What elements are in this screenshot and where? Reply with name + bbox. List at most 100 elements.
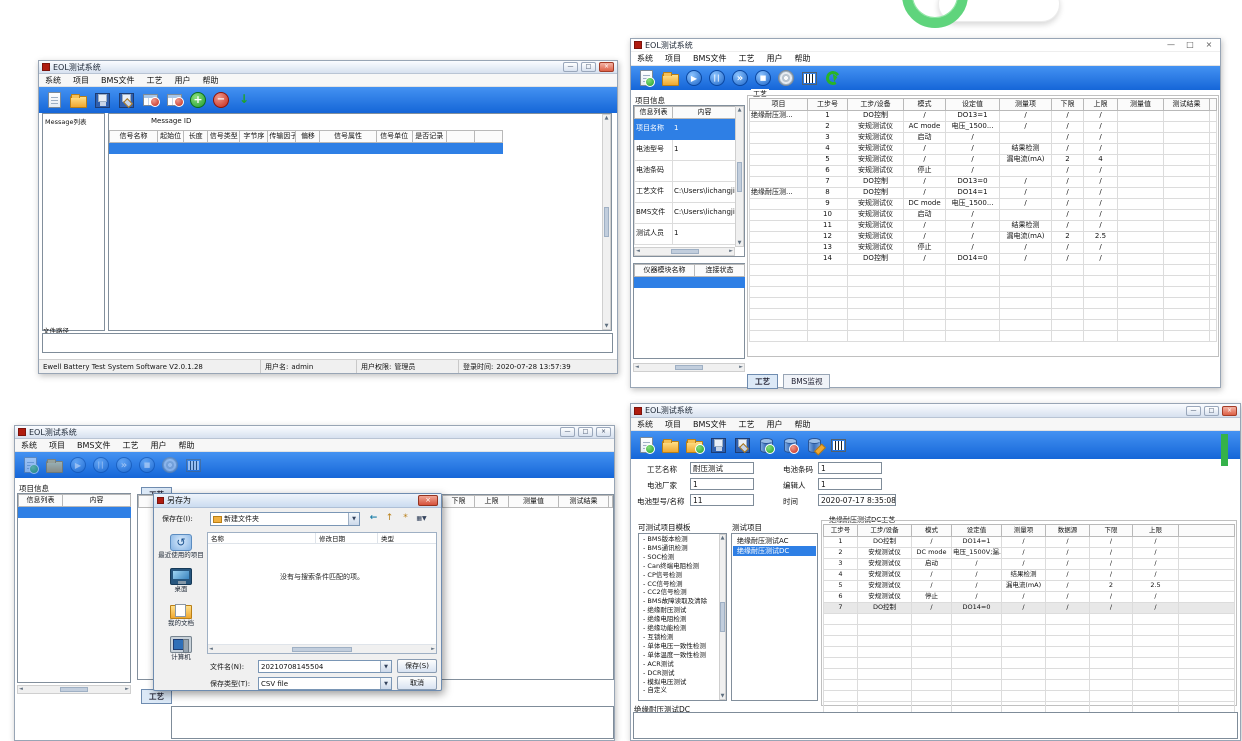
- menu-item[interactable]: 项目: [659, 419, 687, 430]
- table-row[interactable]: 13安规测试仪停止////: [750, 243, 1217, 254]
- column-header[interactable]: [474, 131, 502, 143]
- table-row[interactable]: [824, 702, 1235, 713]
- table-row[interactable]: 5安规测试仪//漏电流(mA)/22.5: [824, 581, 1235, 592]
- column-date[interactable]: 修改日期: [316, 533, 378, 543]
- import-icon[interactable]: [236, 92, 252, 108]
- column-header[interactable]: 工步号: [824, 525, 858, 537]
- maximize-button[interactable]: □: [581, 62, 596, 72]
- menu-item[interactable]: 帮助: [196, 75, 224, 86]
- file-list[interactable]: 名称 修改日期 类型 没有与搜索条件匹配的项。 ◄►: [207, 532, 437, 654]
- column-header[interactable]: 是否记录: [412, 131, 446, 143]
- table-row[interactable]: [750, 265, 1217, 276]
- file-path-input[interactable]: [42, 333, 613, 353]
- table-row[interactable]: 7DO控制/DO13=0///: [750, 177, 1217, 188]
- column-header[interactable]: 下限: [1090, 525, 1133, 537]
- column-header[interactable]: 设定值: [946, 99, 1000, 111]
- vertical-scrollbar[interactable]: ▲ ▼: [602, 114, 611, 330]
- menu-item[interactable]: 工艺: [116, 440, 144, 451]
- place-computer[interactable]: 计算机: [157, 636, 205, 661]
- panel-horizontal-scrollbar[interactable]: ◄►: [633, 363, 745, 372]
- template-item[interactable]: CC信号检测: [640, 580, 718, 589]
- menu-item[interactable]: 系统: [39, 75, 67, 86]
- column-header[interactable]: 偏移: [296, 131, 320, 143]
- menu-item[interactable]: 系统: [631, 419, 659, 430]
- table-row[interactable]: [750, 276, 1217, 287]
- place-recent[interactable]: 最近使用的项目: [157, 534, 205, 559]
- template-item[interactable]: 单体电压一致性检测: [640, 642, 718, 651]
- table-row[interactable]: [824, 625, 1235, 636]
- up-folder-icon[interactable]: ↑: [382, 512, 397, 525]
- column-header[interactable]: 信号单位: [376, 131, 412, 143]
- table-row[interactable]: [824, 658, 1235, 669]
- column-header[interactable]: 起始位: [158, 131, 184, 143]
- menu-item[interactable]: 项目: [659, 53, 687, 64]
- title-bar[interactable]: EOL测试系统 — □ ×: [15, 426, 614, 439]
- table-row[interactable]: [110, 143, 503, 154]
- table-row[interactable]: 10安规测试仪启动///: [750, 210, 1217, 221]
- column-header[interactable]: 测量值: [1118, 99, 1164, 111]
- menu-item[interactable]: 用户: [760, 419, 788, 430]
- menu-item[interactable]: 帮助: [788, 419, 816, 430]
- column-header[interactable]: 长度: [184, 131, 208, 143]
- table-row[interactable]: [750, 309, 1217, 320]
- open-folder-icon[interactable]: [70, 96, 87, 108]
- title-bar[interactable]: EOL测试系统 — □ ×: [631, 404, 1240, 418]
- column-header[interactable]: 测量项: [1000, 99, 1052, 111]
- column-header[interactable]: 模式: [904, 99, 946, 111]
- table-row[interactable]: 5安规测试仪//漏电流(mA)24: [750, 155, 1217, 166]
- open-folder-icon[interactable]: [46, 461, 63, 473]
- column-header[interactable]: [609, 496, 613, 508]
- table-row[interactable]: [824, 669, 1235, 680]
- column-name[interactable]: 名称: [208, 533, 316, 543]
- column-type[interactable]: 类型: [378, 533, 436, 543]
- db-add-icon[interactable]: [760, 438, 773, 453]
- chevron-down-icon[interactable]: ▼: [380, 661, 391, 672]
- open-folder-icon[interactable]: [662, 74, 679, 86]
- horizontal-scrollbar[interactable]: ◄ ►: [634, 247, 735, 256]
- table-row[interactable]: 6安规测试仪停止///: [750, 166, 1217, 177]
- menu-item[interactable]: 项目: [43, 440, 71, 451]
- table-row[interactable]: [824, 680, 1235, 691]
- tab-process[interactable]: 工艺: [747, 374, 778, 389]
- new-file-icon[interactable]: [48, 92, 61, 108]
- column-header[interactable]: 内容: [63, 495, 131, 507]
- template-item[interactable]: SOC检测: [640, 553, 718, 562]
- save-as-icon[interactable]: [735, 438, 750, 453]
- menu-item[interactable]: BMS文件: [687, 419, 732, 430]
- disc-icon[interactable]: [162, 457, 178, 473]
- table-row[interactable]: 项目名称1: [635, 119, 737, 140]
- column-header[interactable]: 工步/设备: [848, 99, 904, 111]
- column-header[interactable]: 下限: [1052, 99, 1084, 111]
- message-table-icon[interactable]: [143, 94, 158, 106]
- menu-item[interactable]: BMS文件: [687, 53, 732, 64]
- place-documents[interactable]: 我的文档: [157, 603, 205, 627]
- column-header[interactable]: 信号名称: [110, 131, 158, 143]
- close-button[interactable]: ×: [1201, 39, 1217, 51]
- template-item[interactable]: ACR测试: [640, 660, 718, 669]
- panel-horizontal-scrollbar[interactable]: ◄►: [17, 685, 131, 694]
- table-row[interactable]: [635, 277, 745, 288]
- table-row[interactable]: 9安规测试仪DC mode电压_1500...///: [750, 199, 1217, 210]
- menu-item[interactable]: 工艺: [140, 75, 168, 86]
- battery-model-input[interactable]: 11: [690, 494, 754, 506]
- table-row[interactable]: BMS文件C:\Users\lichangjiang\Desktop\: [635, 203, 737, 224]
- menu-item[interactable]: 工艺: [732, 419, 760, 430]
- column-header[interactable]: 测量项: [1002, 525, 1046, 537]
- close-button[interactable]: ×: [599, 62, 614, 72]
- chevron-down-icon[interactable]: ▼: [380, 678, 391, 689]
- table-row[interactable]: 3安规测试仪启动///: [750, 133, 1217, 144]
- column-header[interactable]: 模式: [912, 525, 952, 537]
- template-item[interactable]: DCR测试: [640, 669, 718, 678]
- test-item[interactable]: 绝缘耐压测试DC: [733, 546, 816, 556]
- title-bar[interactable]: EOL测试系统 — □ ×: [39, 61, 617, 74]
- dialog-close-button[interactable]: ×: [418, 495, 438, 506]
- table-row[interactable]: [750, 298, 1217, 309]
- table-row[interactable]: 工艺文件C:\Users\lichangjiang\Desktop\: [635, 182, 737, 203]
- column-header[interactable]: [446, 131, 474, 143]
- scroll-up-icon[interactable]: ▲: [605, 115, 609, 121]
- tab-bms-monitor[interactable]: BMS监视: [783, 374, 830, 389]
- column-header[interactable]: 工步/设备: [858, 525, 912, 537]
- filetype-select[interactable]: CSV file ▼: [258, 677, 392, 690]
- column-header[interactable]: 测试结果: [1164, 99, 1210, 111]
- column-header[interactable]: 信号属性: [320, 131, 376, 143]
